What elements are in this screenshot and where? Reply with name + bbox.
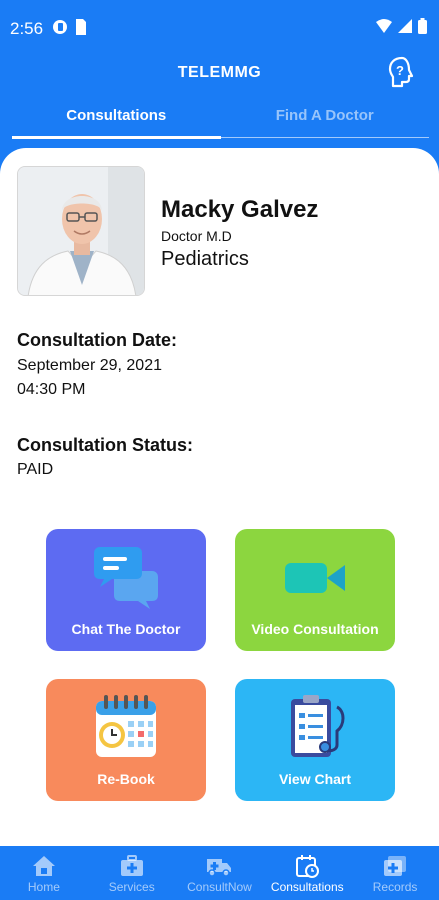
video-camera-icon (285, 563, 345, 593)
consultation-date-label: Consultation Date: (17, 330, 177, 350)
sim-card-icon (76, 19, 86, 35)
nav-item-records[interactable]: Records (351, 846, 439, 900)
video-consultation-label: Video Consultation (251, 621, 379, 637)
tab-find-a-doctor[interactable]: Find A Doctor (221, 98, 430, 137)
tab-bar: Consultations Find A Doctor (12, 98, 430, 139)
consultation-status: PAID (17, 461, 54, 478)
nav-label-services: Services (108, 880, 155, 894)
chat-bubbles-icon (94, 547, 158, 609)
view-chart-label: View Chart (278, 771, 352, 787)
status-time: 2:56 (10, 19, 44, 38)
records-folder-icon (384, 856, 407, 876)
app-title: TELEMMG (177, 64, 262, 81)
wifi-icon (376, 19, 392, 33)
chat-the-doctor-label: Chat The Doctor (71, 621, 181, 637)
nav-item-consultations[interactable]: Consultations (263, 846, 351, 900)
bottom-navigation: Home Services ConsultNow Consultations R… (0, 846, 439, 900)
re-book-button[interactable]: Re-Book (46, 679, 206, 801)
home-icon (32, 856, 55, 876)
nav-item-home[interactable]: Home (0, 846, 88, 900)
nav-label-records: Records (372, 880, 418, 894)
consultation-detail-card: Macky Galvez Doctor M.D Pediatrics Consu… (0, 148, 439, 846)
doctor-specialty: Pediatrics (161, 248, 249, 270)
nav-item-services[interactable]: Services (88, 846, 176, 900)
nav-item-consultnow[interactable]: ConsultNow (176, 846, 264, 900)
sync-status-icon (53, 20, 67, 34)
calendar-clock-icon (296, 855, 320, 878)
signal-icon (398, 19, 412, 33)
calendar-clock-icon (96, 695, 156, 757)
nav-label-home: Home (27, 880, 60, 894)
consultation-time: 04:30 PM (17, 381, 86, 398)
ambulance-icon (207, 859, 232, 877)
consultation-date: September 29, 2021 (17, 357, 162, 374)
svg-text:?: ? (396, 63, 404, 78)
medical-kit-icon (120, 855, 143, 876)
nav-label-consultnow: ConsultNow (187, 880, 252, 894)
chat-the-doctor-button[interactable]: Chat The Doctor (46, 529, 206, 651)
view-chart-button[interactable]: View Chart (235, 679, 395, 801)
video-consultation-button[interactable]: Video Consultation (235, 529, 395, 651)
doctor-title: Doctor M.D (161, 228, 232, 244)
battery-icon (418, 18, 427, 34)
consultation-status-label: Consultation Status: (17, 435, 193, 455)
tab-consultations[interactable]: Consultations (12, 98, 221, 139)
doctor-photo (17, 166, 145, 296)
app-header: TELEMMG ? (0, 56, 439, 96)
help-icon[interactable]: ? (387, 56, 417, 90)
status-bar: 2:56 (0, 0, 439, 56)
doctor-name: Macky Galvez (161, 196, 319, 223)
nav-label-consultations: Consultations (270, 880, 344, 894)
re-book-label: Re-Book (97, 771, 155, 787)
clipboard-stethoscope-icon (291, 695, 345, 757)
